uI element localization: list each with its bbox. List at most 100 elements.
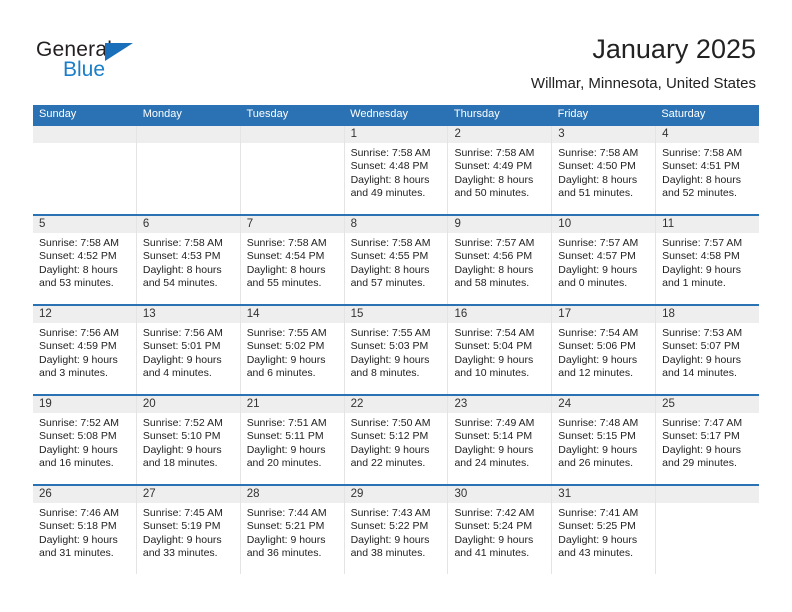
sunrise-text: Sunrise: 7:58 AM [350,237,431,249]
day-cell[interactable]: 25 Sunrise: 7:47 AM Sunset: 5:17 PM Dayl… [656,396,760,484]
day-details: Sunrise: 7:47 AM Sunset: 5:17 PM Dayligh… [656,413,759,471]
day-cell[interactable]: 5 Sunrise: 7:58 AM Sunset: 4:52 PM Dayli… [33,216,137,304]
day-cell[interactable]: 23 Sunrise: 7:49 AM Sunset: 5:14 PM Dayl… [448,396,553,484]
sunrise-text: Sunrise: 7:58 AM [39,237,119,249]
sunrise-text: Sunrise: 7:46 AM [39,507,119,519]
day-details: Sunrise: 7:58 AM Sunset: 4:48 PM Dayligh… [345,143,448,201]
day-cell[interactable]: 26 Sunrise: 7:46 AM Sunset: 5:18 PM Dayl… [33,486,137,574]
day-number: 16 [448,306,552,323]
day-cell[interactable] [33,126,137,214]
day-cell[interactable]: 4 Sunrise: 7:58 AM Sunset: 4:51 PM Dayli… [656,126,760,214]
sunset-text: Sunset: 4:58 PM [662,250,740,263]
sunset-text: Sunset: 5:18 PM [39,520,117,533]
day-cell[interactable] [240,126,345,214]
daylight-text-line2: and 24 minutes. [454,457,530,470]
sunrise-text: Sunrise: 7:50 AM [350,417,431,429]
day-number: 23 [448,396,552,413]
day-cell[interactable]: 2 Sunrise: 7:58 AM Sunset: 4:49 PM Dayli… [448,126,553,214]
day-number: 27 [136,486,240,503]
daylight-text-line2: and 4 minutes. [142,367,212,380]
sunset-text: Sunset: 5:03 PM [350,340,429,353]
day-cell[interactable]: 15 Sunrise: 7:55 AM Sunset: 5:03 PM Dayl… [344,306,449,394]
day-cell[interactable]: 10 Sunrise: 7:57 AM Sunset: 4:57 PM Dayl… [552,216,657,304]
sunrise-text: Sunrise: 7:52 AM [142,417,223,429]
general-blue-logo[interactable]: General Blue [36,38,216,88]
day-details: Sunrise: 7:58 AM Sunset: 4:51 PM Dayligh… [656,143,759,201]
sunrise-text: Sunrise: 7:58 AM [454,147,535,159]
daylight-text-line1: Daylight: 9 hours [350,533,430,546]
sunrise-text: Sunrise: 7:58 AM [350,147,431,159]
sunset-text: Sunset: 5:15 PM [558,430,636,443]
day-cell[interactable]: 20 Sunrise: 7:52 AM Sunset: 5:10 PM Dayl… [136,396,241,484]
day-details: Sunrise: 7:42 AM Sunset: 5:24 PM Dayligh… [448,503,551,561]
day-number: 6 [136,216,240,233]
day-cell[interactable]: 28 Sunrise: 7:44 AM Sunset: 5:21 PM Dayl… [240,486,345,574]
day-details: Sunrise: 7:57 AM Sunset: 4:57 PM Dayligh… [552,233,655,291]
day-cell[interactable]: 16 Sunrise: 7:54 AM Sunset: 5:04 PM Dayl… [448,306,553,394]
day-details: Sunrise: 7:41 AM Sunset: 5:25 PM Dayligh… [552,503,655,561]
day-cell[interactable]: 12 Sunrise: 7:56 AM Sunset: 4:59 PM Dayl… [33,306,137,394]
day-number: 14 [240,306,344,323]
day-details: Sunrise: 7:44 AM Sunset: 5:21 PM Dayligh… [241,503,344,561]
day-details: Sunrise: 7:54 AM Sunset: 5:04 PM Dayligh… [448,323,551,381]
week-row: 26 Sunrise: 7:46 AM Sunset: 5:18 PM Dayl… [33,484,760,574]
sunrise-text: Sunrise: 7:51 AM [246,417,327,429]
sunrise-text: Sunrise: 7:49 AM [454,417,535,429]
daylight-text-line1: Daylight: 8 hours [454,263,534,276]
day-cell[interactable]: 13 Sunrise: 7:56 AM Sunset: 5:01 PM Dayl… [136,306,241,394]
daylight-text-line2: and 12 minutes. [558,367,634,380]
sunset-text: Sunset: 4:49 PM [454,160,533,173]
day-cell[interactable]: 29 Sunrise: 7:43 AM Sunset: 5:22 PM Dayl… [344,486,449,574]
day-cell[interactable]: 31 Sunrise: 7:41 AM Sunset: 5:25 PM Dayl… [552,486,657,574]
day-cell[interactable]: 21 Sunrise: 7:51 AM Sunset: 5:11 PM Dayl… [240,396,345,484]
daylight-text-line2: and 52 minutes. [662,187,737,200]
day-cell[interactable]: 11 Sunrise: 7:57 AM Sunset: 4:58 PM Dayl… [656,216,760,304]
sunrise-text: Sunrise: 7:41 AM [558,507,639,519]
day-number: 31 [552,486,656,503]
daylight-text-line1: Daylight: 9 hours [142,353,222,366]
sunset-text: Sunset: 4:53 PM [142,250,221,263]
day-cell[interactable]: 8 Sunrise: 7:58 AM Sunset: 4:55 PM Dayli… [344,216,449,304]
daylight-text-line1: Daylight: 9 hours [39,443,118,456]
daylight-text-line1: Daylight: 9 hours [142,443,222,456]
daylight-text-line1: Daylight: 9 hours [662,443,741,456]
day-cell[interactable]: 3 Sunrise: 7:58 AM Sunset: 4:50 PM Dayli… [552,126,657,214]
sunset-text: Sunset: 5:22 PM [350,520,429,533]
daylight-text-line1: Daylight: 9 hours [558,533,638,546]
sunset-text: Sunset: 5:19 PM [142,520,221,533]
daylight-text-line2: and 8 minutes. [350,367,420,380]
sunset-text: Sunset: 5:11 PM [246,430,324,443]
day-number [136,126,240,143]
day-number: 24 [552,396,656,413]
sunrise-text: Sunrise: 7:58 AM [558,147,639,159]
day-cell[interactable]: 7 Sunrise: 7:58 AM Sunset: 4:54 PM Dayli… [240,216,345,304]
day-cell[interactable]: 24 Sunrise: 7:48 AM Sunset: 5:15 PM Dayl… [552,396,657,484]
day-cell[interactable]: 14 Sunrise: 7:55 AM Sunset: 5:02 PM Dayl… [240,306,345,394]
weekday-header-wednesday: Wednesday [350,108,409,120]
day-cell[interactable] [656,486,760,574]
day-number: 30 [448,486,552,503]
day-number: 29 [344,486,448,503]
day-details: Sunrise: 7:56 AM Sunset: 4:59 PM Dayligh… [33,323,136,381]
day-cell[interactable]: 9 Sunrise: 7:57 AM Sunset: 4:56 PM Dayli… [448,216,553,304]
week-row: 19 Sunrise: 7:52 AM Sunset: 5:08 PM Dayl… [33,394,760,484]
daylight-text-line2: and 6 minutes. [246,367,316,380]
calendar-grid: Sunday Monday Tuesday Wednesday Thursday… [33,105,760,574]
day-cell[interactable]: 1 Sunrise: 7:58 AM Sunset: 4:48 PM Dayli… [344,126,449,214]
day-number [656,486,760,503]
day-cell[interactable]: 19 Sunrise: 7:52 AM Sunset: 5:08 PM Dayl… [33,396,137,484]
day-number [240,126,344,143]
daylight-text-line2: and 58 minutes. [454,277,530,290]
sunset-text: Sunset: 5:06 PM [558,340,636,353]
day-cell[interactable]: 17 Sunrise: 7:54 AM Sunset: 5:06 PM Dayl… [552,306,657,394]
page-header: General Blue January 2025 Willmar, Minne… [0,0,792,104]
day-cell[interactable]: 30 Sunrise: 7:42 AM Sunset: 5:24 PM Dayl… [448,486,553,574]
daylight-text-line2: and 49 minutes. [350,187,426,200]
day-cell[interactable] [136,126,241,214]
day-cell[interactable]: 6 Sunrise: 7:58 AM Sunset: 4:53 PM Dayli… [136,216,241,304]
day-cell[interactable]: 27 Sunrise: 7:45 AM Sunset: 5:19 PM Dayl… [136,486,241,574]
day-cell[interactable]: 18 Sunrise: 7:53 AM Sunset: 5:07 PM Dayl… [656,306,760,394]
daylight-text-line1: Daylight: 8 hours [662,173,741,186]
sunset-text: Sunset: 5:14 PM [454,430,533,443]
day-cell[interactable]: 22 Sunrise: 7:50 AM Sunset: 5:12 PM Dayl… [344,396,449,484]
